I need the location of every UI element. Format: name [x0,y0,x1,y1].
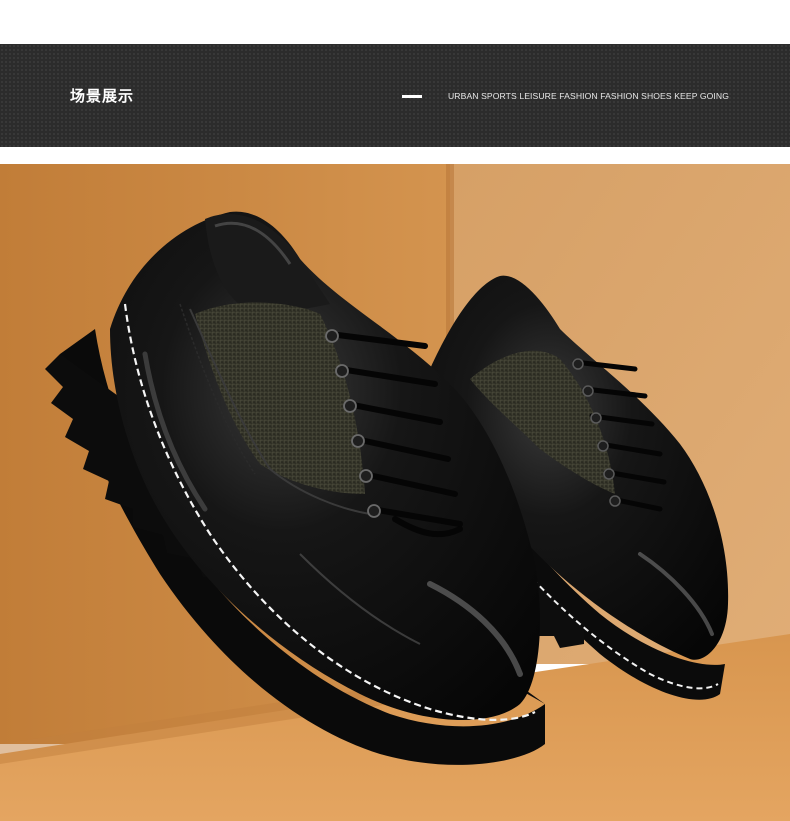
section-banner: 场景展示 URBAN SPORTS LEISURE FASHION FASHIO… [0,44,790,147]
top-whitespace [0,0,790,44]
title-dash-decoration [402,95,422,98]
section-subtitle: URBAN SPORTS LEISURE FASHION FASHION SHO… [448,91,730,101]
product-scene-image [0,164,790,821]
section-title: 场景展示 [70,87,135,105]
section-gap [0,147,790,164]
